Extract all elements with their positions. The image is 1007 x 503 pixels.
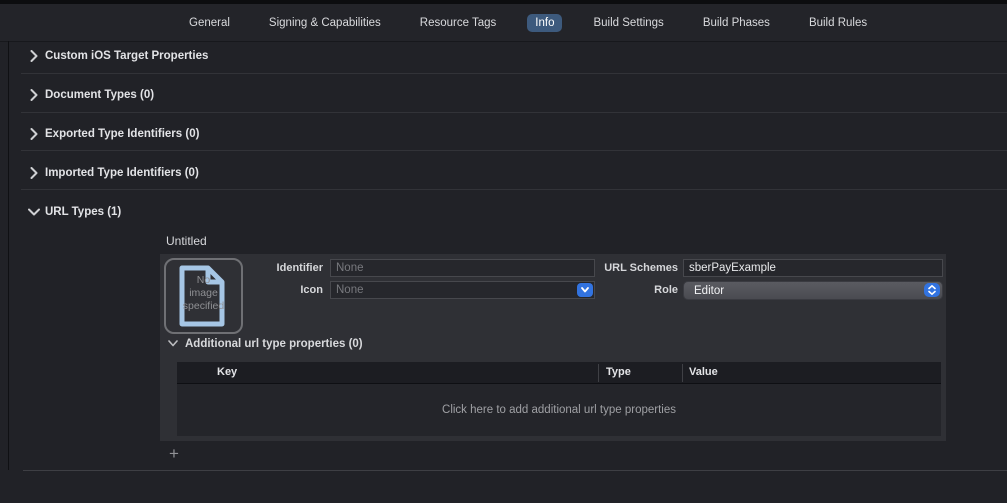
url-schemes-field[interactable]: sberPayExample <box>683 259 943 277</box>
editor-left-edge <box>8 41 9 470</box>
empty-table-message: Click here to add additional url type pr… <box>442 404 676 416</box>
up-down-chevrons-icon <box>928 285 936 295</box>
chevron-down-icon[interactable] <box>168 340 178 347</box>
url-type-name: Untitled <box>166 234 207 248</box>
identifier-label: Identifier <box>223 262 323 274</box>
column-header-key[interactable]: Key <box>217 366 237 378</box>
section-document-types[interactable]: Document Types (0) <box>45 89 154 101</box>
bottom-divider <box>23 470 1007 471</box>
section-divider <box>21 189 1007 190</box>
column-divider[interactable] <box>598 364 599 382</box>
additional-properties-table: Key Type Value Click here to add additio… <box>177 362 941 436</box>
section-url-types[interactable]: URL Types (1) <box>45 206 121 218</box>
table-header: Key Type Value <box>177 362 941 384</box>
chevron-right-icon[interactable] <box>30 167 38 179</box>
section-imported-type-identifiers[interactable]: Imported Type Identifiers (0) <box>45 167 199 179</box>
tab-build-phases[interactable]: Build Phases <box>695 14 778 32</box>
tab-build-rules[interactable]: Build Rules <box>801 14 875 32</box>
target-tab-bar: General Signing & Capabilities Resource … <box>0 4 1007 42</box>
tab-build-settings[interactable]: Build Settings <box>585 14 671 32</box>
column-header-value[interactable]: Value <box>689 366 718 378</box>
role-label: Role <box>558 284 678 296</box>
identifier-field[interactable]: None <box>330 259 595 277</box>
tab-general[interactable]: General <box>181 14 238 32</box>
column-header-type[interactable]: Type <box>606 366 631 378</box>
section-divider <box>21 150 1007 151</box>
chevron-down-icon[interactable] <box>28 208 40 216</box>
chevron-right-icon[interactable] <box>30 89 38 101</box>
role-stepper-button[interactable] <box>924 283 940 297</box>
section-exported-type-identifiers[interactable]: Exported Type Identifiers (0) <box>45 128 199 140</box>
tab-resource-tags[interactable]: Resource Tags <box>412 14 505 32</box>
add-url-type-button[interactable]: + <box>164 444 184 464</box>
role-popup[interactable]: Editor <box>683 281 943 300</box>
icon-field[interactable]: None <box>330 281 595 299</box>
url-schemes-label: URL Schemes <box>558 262 678 274</box>
section-custom-ios-target-properties[interactable]: Custom iOS Target Properties <box>45 50 208 62</box>
table-empty-area[interactable]: Click here to add additional url type pr… <box>177 384 941 436</box>
chevron-right-icon[interactable] <box>30 50 38 62</box>
tab-info[interactable]: Info <box>527 14 562 32</box>
icon-label: Icon <box>223 284 323 296</box>
additional-properties-header[interactable]: Additional url type properties (0) <box>185 338 363 350</box>
section-divider <box>21 73 1007 74</box>
section-divider <box>21 112 1007 113</box>
tab-signing-capabilities[interactable]: Signing & Capabilities <box>261 14 389 32</box>
chevron-right-icon[interactable] <box>30 128 38 140</box>
column-divider[interactable] <box>682 364 683 382</box>
